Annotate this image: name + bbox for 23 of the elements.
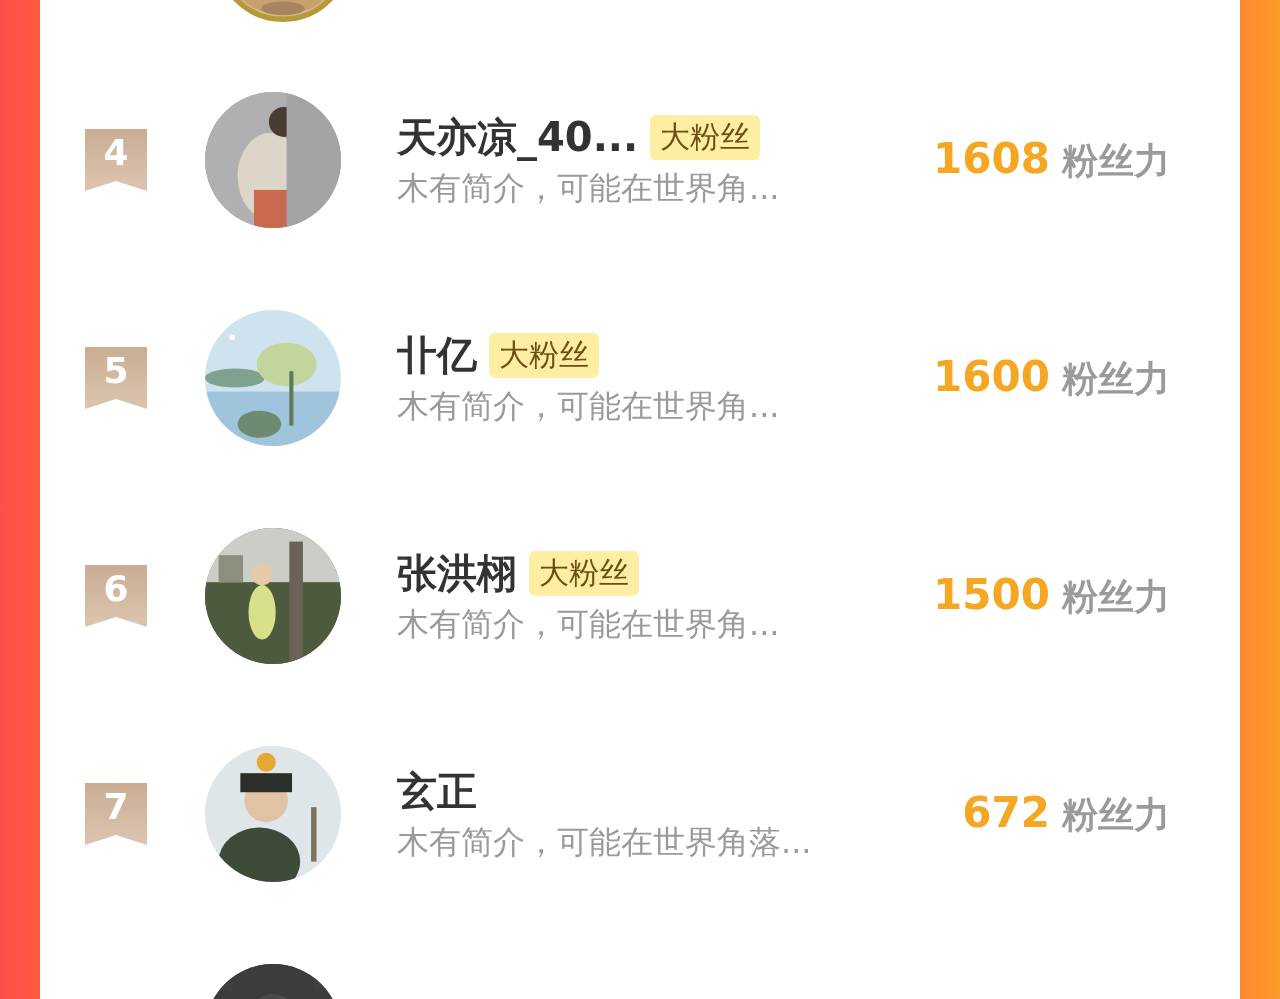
fan-power-unit: 粉丝力	[1062, 357, 1170, 401]
fan-level-badge: 大粉丝	[529, 550, 639, 596]
fan-power-score: 1500	[933, 570, 1050, 619]
fan-power-score: 1608	[933, 134, 1050, 183]
fan-power-score: 1600	[933, 352, 1050, 401]
fan-level-badge: 大粉丝	[489, 332, 599, 378]
user-intro: 木有简介，可能在世界角落...	[397, 821, 813, 863]
user-intro: 木有简介，可能在世界角...	[397, 385, 781, 427]
user-name: 天亦凉_40...	[397, 112, 639, 163]
rank-number: 6	[103, 569, 129, 609]
fan-power-unit: 粉丝力	[1062, 575, 1170, 619]
fan-power-score: 672	[962, 788, 1050, 837]
user-name: 玄正	[397, 766, 477, 816]
user-intro: 木有简介，可能在世界角...	[397, 603, 781, 645]
rank-number: 5	[103, 351, 129, 391]
user-name: 卝亿	[397, 330, 477, 380]
fan-level-badge: 大粉丝	[650, 114, 761, 160]
fan-power-unit: 粉丝力	[1062, 139, 1170, 183]
user-name: 张洪栩	[397, 548, 517, 598]
user-intro: 木有简介，可能在世界角...	[397, 167, 781, 209]
fan-power-unit: 粉丝力	[1062, 793, 1170, 837]
rank-number: 7	[103, 787, 129, 827]
rank-number: 4	[103, 133, 129, 173]
